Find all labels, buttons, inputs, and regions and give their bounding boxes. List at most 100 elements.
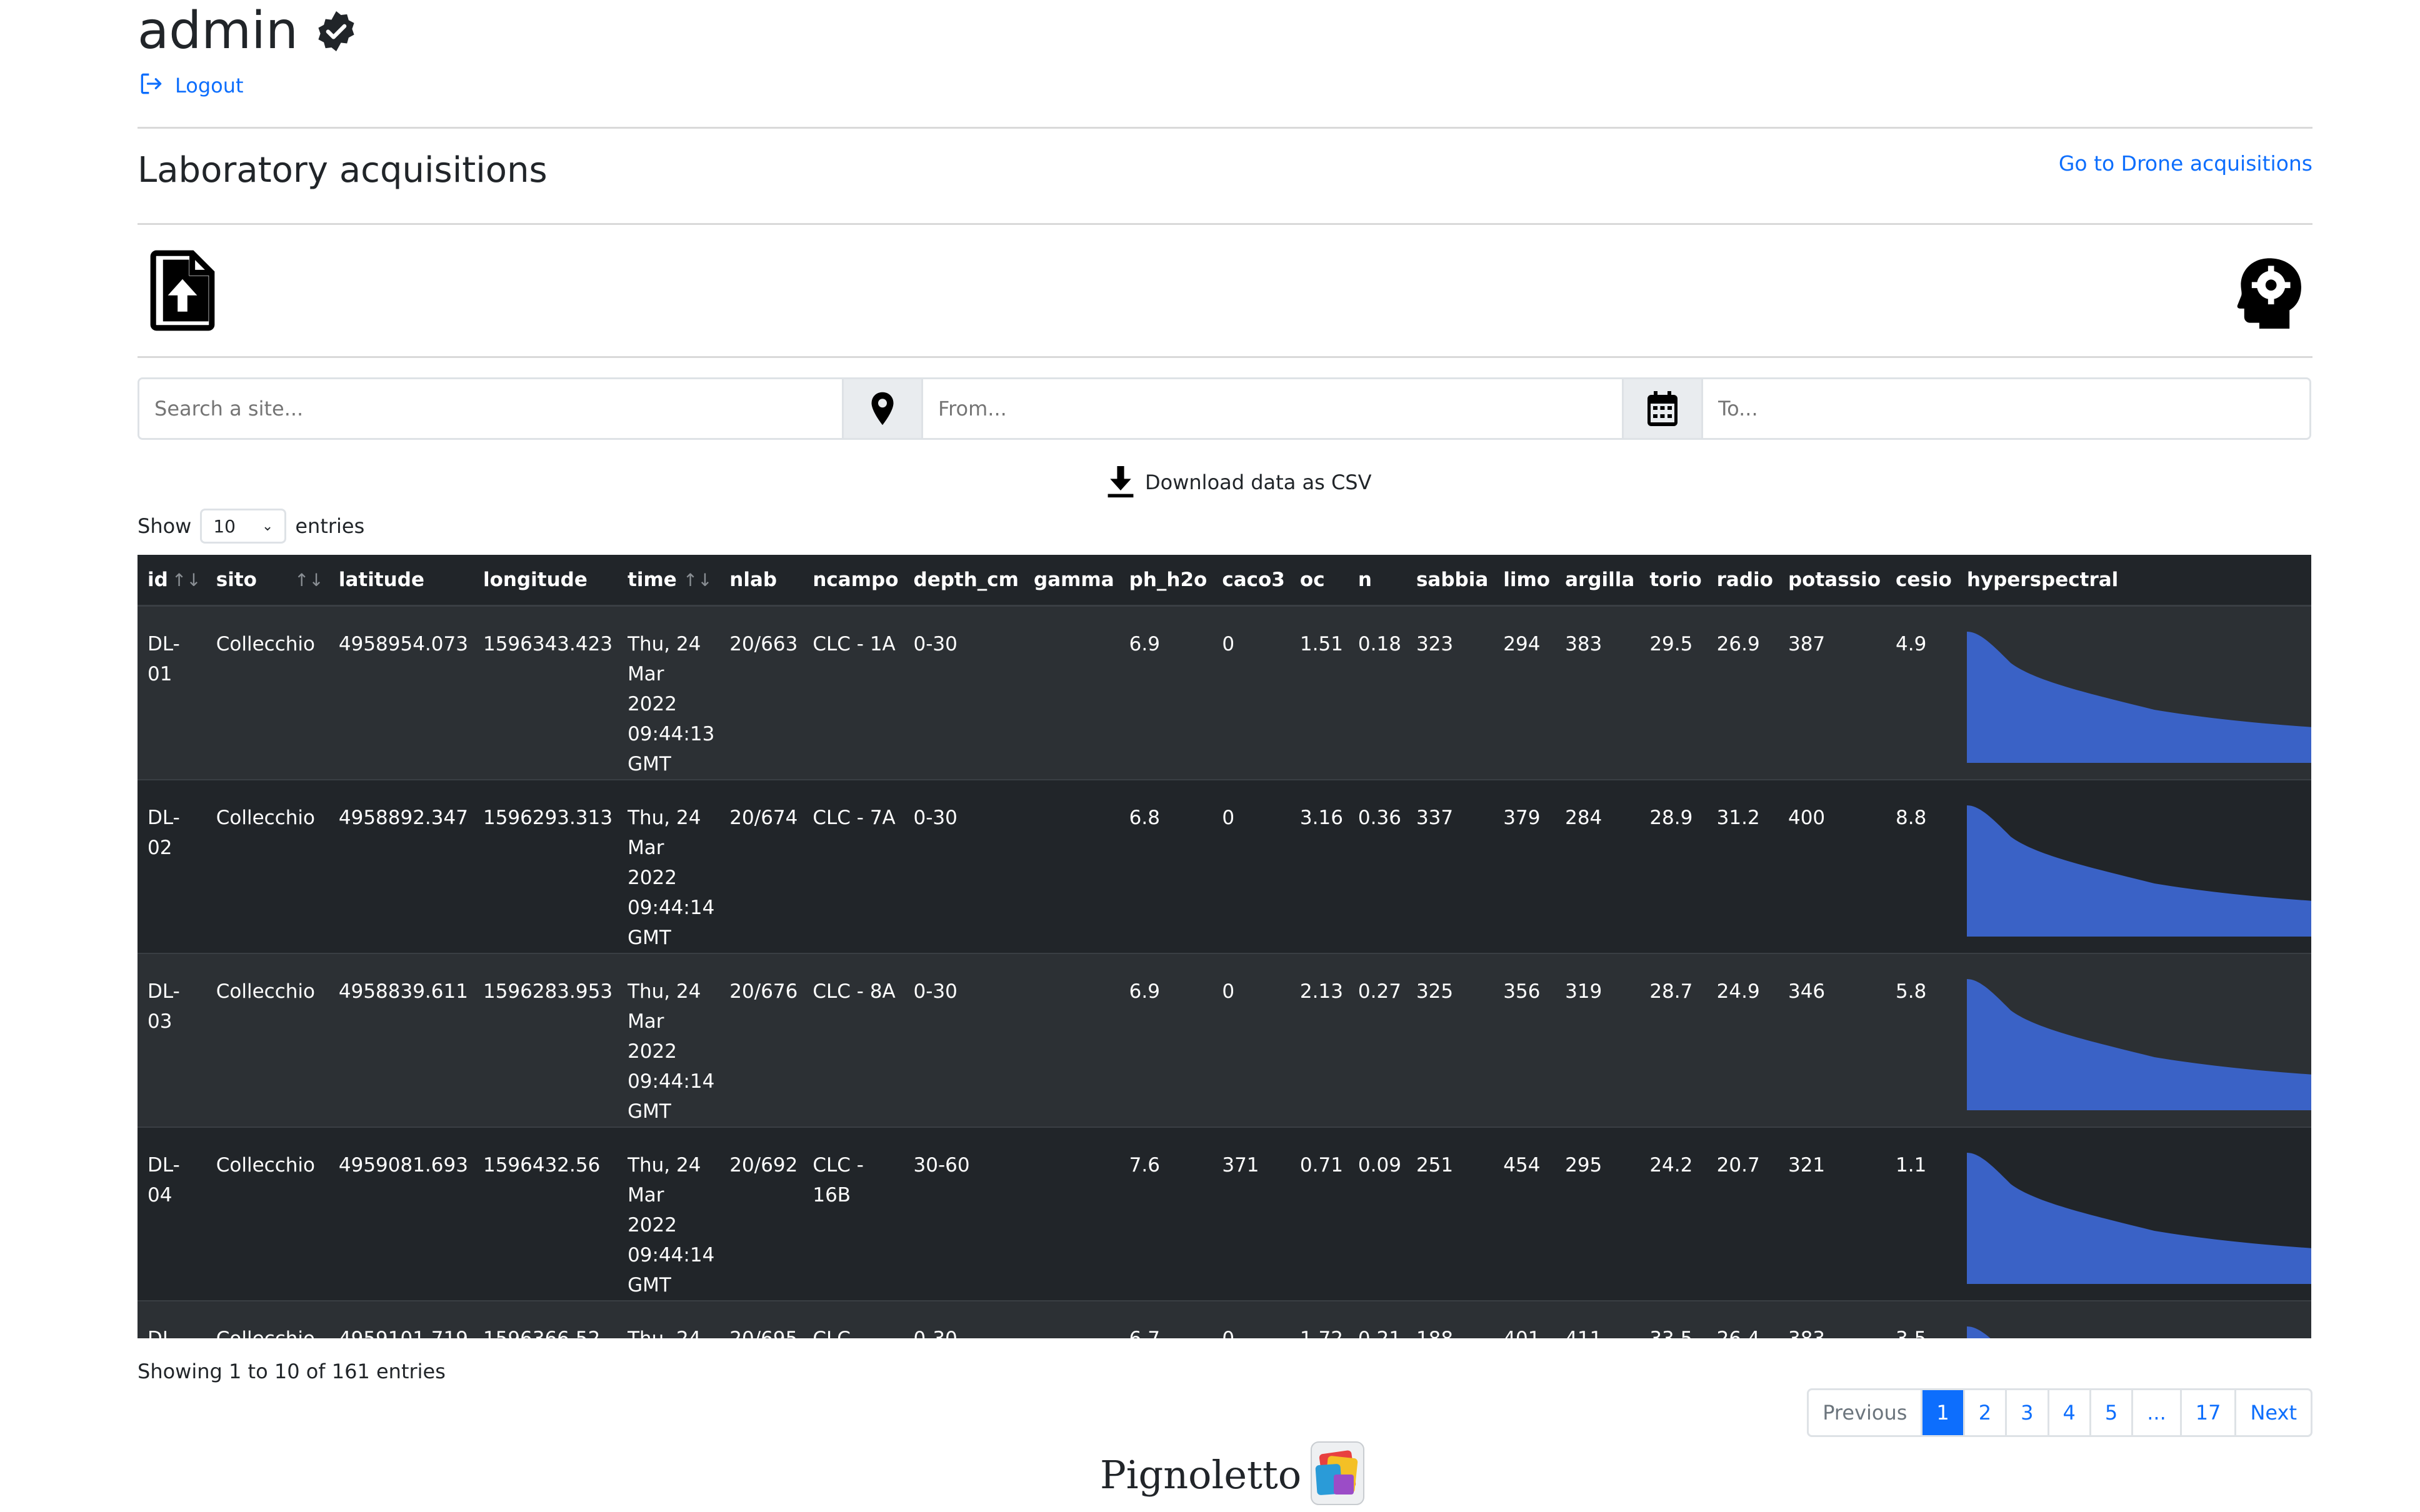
table-header-row: id ↑↓ sito ↑↓ latitude longitude time ↑↓ nl…	[138, 555, 2311, 607]
page-3[interactable]: 3	[2005, 1390, 2047, 1435]
column-header[interactable]: time ↑↓	[618, 555, 720, 607]
cell-radio: 20.7	[1706, 1127, 1778, 1301]
page-4[interactable]: 4	[2047, 1390, 2089, 1435]
entries-select-value: 10	[213, 515, 236, 537]
column-header[interactable]: potassio	[1778, 555, 1886, 607]
hyperspectral-sparkline	[1966, 805, 2311, 937]
column-header[interactable]: nlab	[719, 555, 803, 607]
column-header[interactable]: id ↑↓	[138, 555, 206, 607]
file-upload-icon[interactable]	[150, 250, 215, 331]
table-row[interactable]: DL-Collecchio4959101.7191596366.52Thu, 2…	[138, 1301, 2311, 1338]
cell-torio: 33.5	[1639, 1301, 1707, 1338]
table-row[interactable]: DL-02 Collecchio 4958892.347 1596293.313 Thu…	[138, 780, 2311, 954]
cell-longitude: 1596432.56	[472, 1127, 618, 1301]
cell-oc: 3.16	[1289, 780, 1348, 954]
cell-cesio: 8.8	[1886, 780, 1957, 954]
column-header[interactable]: longitude	[472, 555, 618, 607]
logo-text: Pignoletto	[1100, 1451, 1302, 1498]
table-row[interactable]: DL-01 Collecchio 4958954.073 1596343.423 Thu…	[138, 605, 2311, 780]
page-next[interactable]: Next	[2234, 1390, 2311, 1435]
cell-sabbia: 325	[1406, 953, 1494, 1128]
cell-sito: Collecchio	[206, 605, 329, 780]
entries-select[interactable]: 10 ⌄	[200, 509, 287, 544]
column-header[interactable]: oc	[1289, 555, 1348, 607]
cell-argilla: 319	[1555, 953, 1640, 1128]
cell-latitude: 4959101.719	[328, 1301, 473, 1338]
table-row[interactable]: DL-03 Collecchio 4958839.611 1596283.953 Thu…	[138, 953, 2311, 1128]
page-previous[interactable]: Previous	[1809, 1390, 1921, 1435]
cell-ph_h2o: 6.8	[1119, 780, 1212, 954]
column-header[interactable]: torio	[1639, 555, 1707, 607]
page-17[interactable]: 17	[2179, 1390, 2235, 1435]
cell-ph_h2o: 6.7	[1119, 1301, 1212, 1338]
cell-argilla: 383	[1555, 605, 1640, 780]
logout-link[interactable]: Logout	[138, 70, 244, 97]
cell-nlab: 20/695	[719, 1301, 803, 1338]
cell-time: Thu, 24 Mar 2022 09:44:14 GMT	[618, 1127, 720, 1301]
cell-caco3: 0	[1212, 1301, 1290, 1338]
hyperspectral-cell	[1956, 1127, 2311, 1301]
cell-sabbia: 188	[1406, 1301, 1494, 1338]
cell-radio: 26.4	[1706, 1301, 1778, 1338]
spectrum-area	[1966, 1326, 1991, 1338]
cell-latitude: 4958892.347	[328, 780, 473, 954]
column-header[interactable]: ncampo	[802, 555, 904, 607]
column-header[interactable]: cesio	[1886, 555, 1957, 607]
hyperspectral-sparkline	[1966, 632, 2311, 763]
cell-cesio: 3.5	[1886, 1301, 1957, 1338]
user-header: admin	[138, 0, 358, 62]
cell-n: 0.21	[1348, 1301, 1406, 1338]
cell-gamma	[1024, 1127, 1119, 1301]
date-to-input[interactable]	[1703, 379, 2309, 438]
cell-depth_cm: 30-60	[903, 1127, 1024, 1301]
filter-bar	[138, 377, 2311, 440]
cell-sito: Collecchio	[206, 1127, 329, 1301]
cell-longitude: 1596343.423	[472, 605, 618, 780]
cell-nlab: 20/692	[719, 1127, 803, 1301]
column-header[interactable]: ph_h2o	[1119, 555, 1212, 607]
download-csv-button[interactable]: Download data as CSV	[1106, 466, 1371, 499]
date-from-input[interactable]	[923, 379, 1622, 438]
cell-limo: 454	[1493, 1127, 1556, 1301]
page-2[interactable]: 2	[1962, 1390, 2005, 1435]
column-header[interactable]: argilla	[1555, 555, 1640, 607]
spectrum-area	[1966, 1153, 2311, 1284]
map-pin-icon	[871, 392, 894, 425]
cell-id: DL-03	[138, 953, 206, 1128]
column-header[interactable]: gamma	[1024, 555, 1119, 607]
cell-limo: 294	[1493, 605, 1556, 780]
cell-gamma	[1024, 953, 1119, 1128]
divider	[138, 127, 2312, 129]
divider	[138, 223, 2312, 225]
page-5[interactable]: 5	[2089, 1390, 2131, 1435]
cell-time: Thu, 24 Mar 2022 09:44:13 GMT	[618, 605, 720, 780]
column-header[interactable]: latitude	[328, 555, 473, 607]
column-header[interactable]: caco3	[1212, 555, 1290, 607]
cell-depth_cm: 0-30	[903, 953, 1024, 1128]
show-label: Show	[138, 514, 192, 538]
cell-ph_h2o: 6.9	[1119, 953, 1212, 1128]
cell-argilla: 295	[1555, 1127, 1640, 1301]
column-header[interactable]: radio	[1706, 555, 1778, 607]
column-header[interactable]: hyperspectral	[1956, 555, 2311, 607]
drone-acquisitions-link[interactable]: Go to Drone acquisitions	[2059, 151, 2312, 176]
column-header[interactable]: depth_cm	[903, 555, 1024, 607]
column-header[interactable]: sabbia	[1406, 555, 1494, 607]
site-search-input[interactable]	[139, 379, 842, 438]
page-title: Laboratory acquisitions	[138, 150, 548, 191]
cell-sabbia: 337	[1406, 780, 1494, 954]
cell-longitude: 1596366.52	[472, 1301, 618, 1338]
entries-label: entries	[295, 514, 365, 538]
cell-caco3: 0	[1212, 605, 1290, 780]
cell-cesio: 1.1	[1886, 1127, 1957, 1301]
cell-n: 0.09	[1348, 1127, 1406, 1301]
head-gear-icon[interactable]	[2235, 255, 2304, 329]
cell-cesio: 5.8	[1886, 953, 1957, 1128]
cell-limo: 356	[1493, 953, 1556, 1128]
page-1[interactable]: 1	[1921, 1390, 1963, 1435]
column-header[interactable]: sito ↑↓	[206, 555, 329, 607]
table-row[interactable]: DL-04 Collecchio 4959081.693 1596432.56 Thu,…	[138, 1127, 2311, 1301]
column-header[interactable]: limo	[1493, 555, 1556, 607]
spectrum-area	[1966, 805, 2311, 937]
column-header[interactable]: n	[1348, 555, 1406, 607]
